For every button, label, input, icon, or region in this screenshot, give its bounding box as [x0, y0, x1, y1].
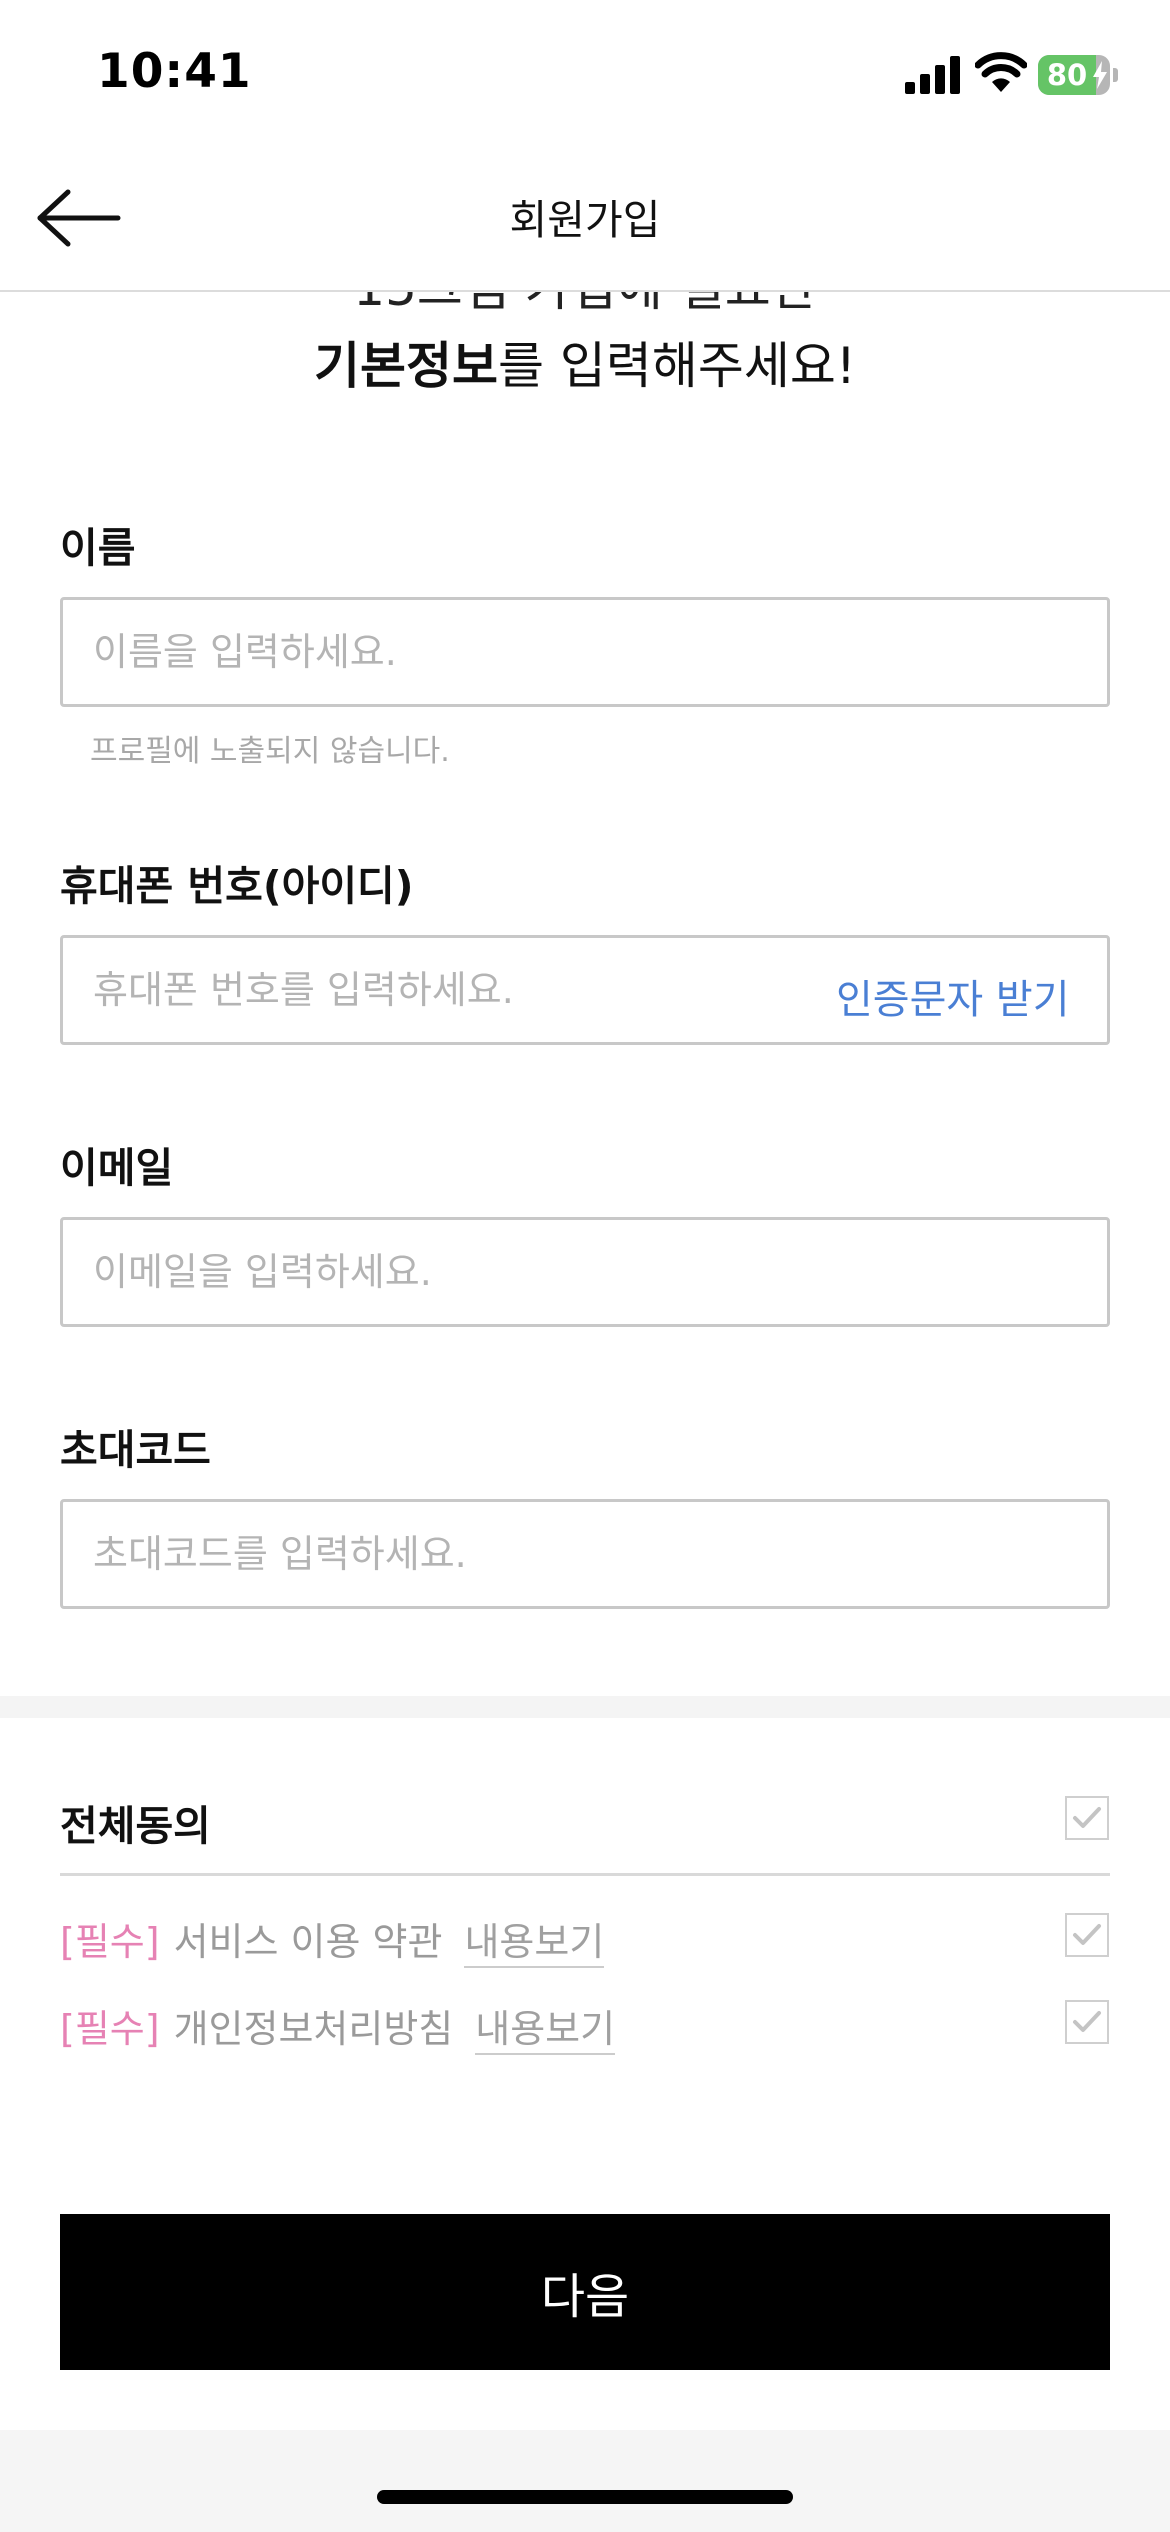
- email-input[interactable]: [60, 1217, 1110, 1327]
- status-time: 10:41: [97, 44, 252, 99]
- agreement-row-terms: [필수] 서비스 이용 약관 내용보기: [60, 1911, 605, 1968]
- battery-cap: [1113, 68, 1118, 82]
- charging-bolt-icon: [1093, 61, 1107, 89]
- check-icon: [1073, 1924, 1101, 1945]
- check-icon: [1073, 2011, 1101, 2032]
- name-label: 이름: [60, 524, 136, 572]
- agreement-row-privacy: [필수] 개인정보처리방침 내용보기: [60, 1998, 616, 2055]
- nav-bar: 회원가입: [0, 150, 1170, 292]
- name-help-text: 프로필에 노출되지 않습니다.: [90, 734, 450, 769]
- page-title: 회원가입: [509, 196, 661, 244]
- agree-divider: [60, 1873, 1110, 1876]
- battery-icon: 80: [1038, 55, 1118, 95]
- email-label: 이메일: [60, 1144, 174, 1192]
- signup-screen: 10:41 80 회원가입 기본정보를 입력해주세요! 이름 이름을 입력하세요…: [0, 0, 1170, 2532]
- status-bar: 10:41 80: [0, 0, 1170, 150]
- section-divider: [0, 1696, 1170, 1718]
- signal-icon: [905, 56, 960, 94]
- required-tag: [필수]: [60, 2007, 160, 2051]
- phone-label: 휴대폰 번호(아이디): [60, 862, 414, 910]
- battery-level: 80: [1046, 58, 1088, 92]
- name-input[interactable]: [60, 597, 1110, 707]
- next-button[interactable]: 다음: [60, 2214, 1110, 2370]
- home-indicator: [377, 2490, 793, 2504]
- view-terms-link[interactable]: 내용보기: [464, 1920, 605, 1968]
- wifi-icon: [975, 52, 1027, 92]
- check-icon: [1073, 1807, 1101, 1828]
- invite-code-input[interactable]: [60, 1499, 1110, 1609]
- agreement-text: 개인정보처리방침: [173, 2007, 454, 2051]
- agree-all-checkbox[interactable]: [1065, 1796, 1109, 1840]
- agreement-text: 서비스 이용 약관: [173, 1920, 443, 1964]
- required-tag: [필수]: [60, 1920, 160, 1964]
- send-verification-button[interactable]: 인증문자 받기: [836, 967, 1070, 1025]
- privacy-checkbox[interactable]: [1065, 2000, 1109, 2044]
- bottom-safe-area: [0, 2430, 1170, 2532]
- headline-rest: 를 입력해주세요!: [498, 337, 856, 395]
- headline-line2: 기본정보를 입력해주세요!: [0, 326, 1170, 398]
- terms-checkbox[interactable]: [1065, 1913, 1109, 1957]
- agree-all-label: 전체동의: [60, 1802, 211, 1850]
- invite-code-label: 초대코드: [60, 1426, 211, 1474]
- view-privacy-link[interactable]: 내용보기: [475, 2007, 616, 2055]
- headline-bold: 기본정보: [314, 337, 499, 395]
